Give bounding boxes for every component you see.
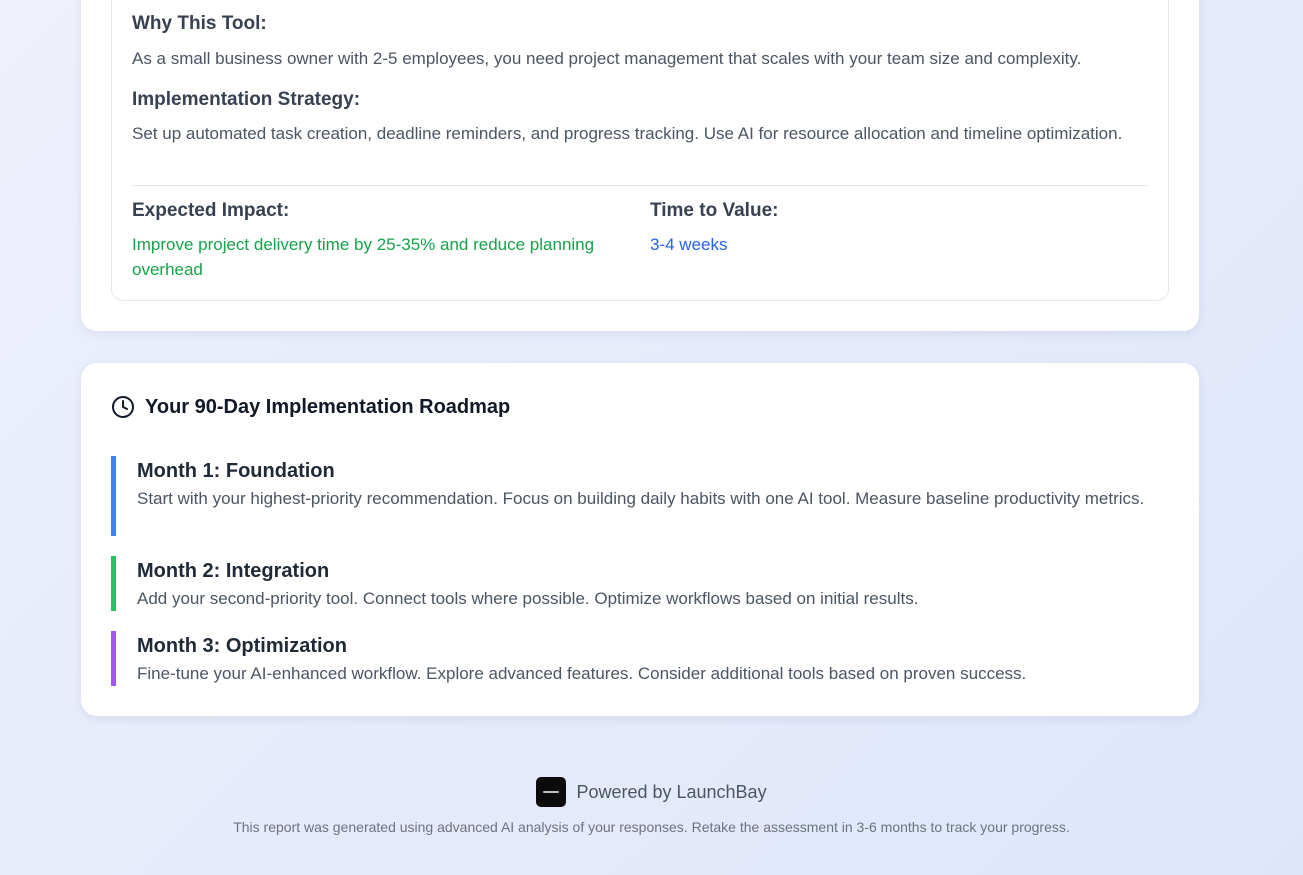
tool-recommendation-card: Why This Tool: As a small business owner…	[81, 0, 1199, 331]
clock-icon	[111, 395, 135, 419]
time-to-value-text: 3-4 weeks	[650, 235, 728, 254]
expected-impact-text: Improve project delivery time by 25-35% …	[132, 235, 595, 279]
footer-note: This report was generated using advanced…	[233, 819, 1070, 835]
section-divider	[132, 185, 1148, 186]
time-to-value-label: Time to Value:	[650, 200, 779, 221]
roadmap-title: Your 90-Day Implementation Roadmap	[145, 395, 511, 418]
why-this-tool-text: As a small business owner with 2-5 emplo…	[132, 49, 1082, 68]
why-this-tool-label: Why This Tool:	[132, 13, 267, 34]
powered-by: Powered by LaunchBay	[0, 777, 1303, 807]
tool-details-box: Why This Tool: As a small business owner…	[111, 0, 1169, 301]
roadmap-month-3: Month 3: Optimization Fine-tune your AI-…	[111, 631, 1171, 686]
month-description: Start with your highest-priority recomme…	[137, 489, 1145, 508]
expected-impact-label: Expected Impact:	[132, 200, 290, 221]
implementation-strategy-text: Set up automated task creation, deadline…	[132, 124, 1123, 143]
month-description: Fine-tune your AI-enhanced workflow. Exp…	[137, 664, 1027, 683]
launchbay-logo-icon	[536, 777, 567, 807]
month-title: Month 2: Integration	[137, 560, 330, 582]
powered-by-text: Powered by LaunchBay	[576, 781, 767, 802]
roadmap-month-2: Month 2: Integration Add your second-pri…	[111, 556, 1171, 611]
roadmap-header: Your 90-Day Implementation Roadmap	[111, 393, 510, 421]
month-title: Month 3: Optimization	[137, 635, 347, 657]
roadmap-month-1: Month 1: Foundation Start with your high…	[111, 456, 1171, 536]
month-title: Month 1: Foundation	[137, 460, 335, 482]
month-description: Add your second-priority tool. Connect t…	[137, 589, 919, 608]
roadmap-card: Your 90-Day Implementation Roadmap Month…	[81, 363, 1199, 716]
implementation-strategy-label: Implementation Strategy:	[132, 89, 361, 110]
